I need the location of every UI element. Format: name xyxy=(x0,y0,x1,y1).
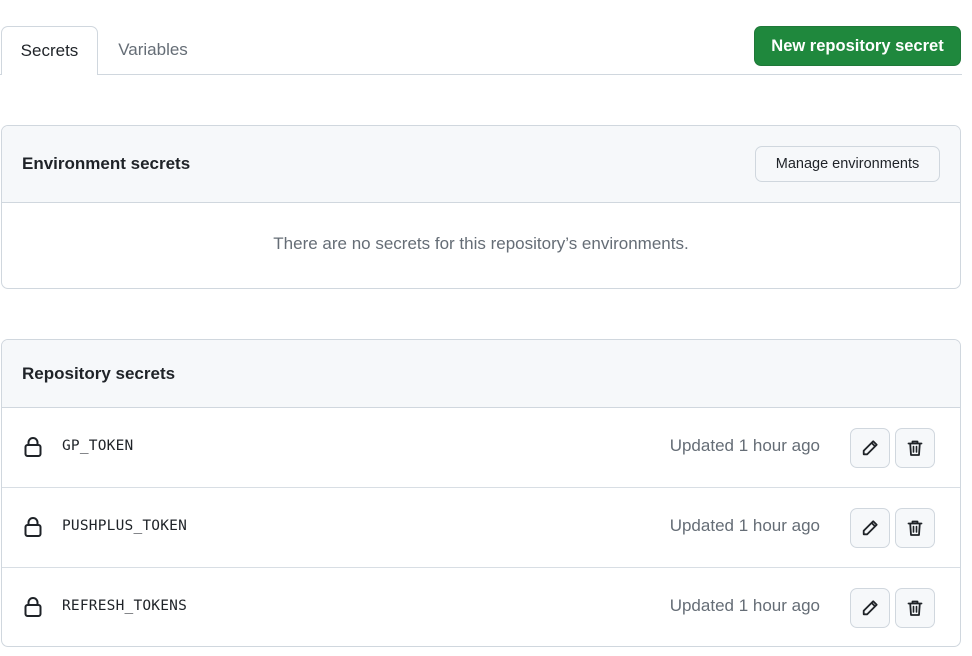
tab-secrets[interactable]: Secrets xyxy=(1,26,98,75)
manage-environments-button[interactable]: Manage environments xyxy=(755,146,940,182)
repository-secrets-title: Repository secrets xyxy=(22,364,176,383)
pencil-icon xyxy=(862,440,878,456)
pencil-icon xyxy=(862,600,878,616)
secret-name: GP_TOKEN xyxy=(62,438,134,454)
secret-updated-time: Updated 1 hour ago xyxy=(669,596,820,615)
trash-icon xyxy=(907,600,923,616)
empty-state-message: There are no secrets for this repository… xyxy=(273,234,689,253)
environment-secrets-title: Environment secrets xyxy=(22,154,191,173)
secret-name: PUSHPLUS_TOKEN xyxy=(62,518,188,534)
secret-row: PUSHPLUS_TOKEN Updated 1 hour ago xyxy=(2,488,960,568)
environment-secrets-header: Environment secrets Manage environments xyxy=(2,126,960,203)
secret-row: GP_TOKEN Updated 1 hour ago xyxy=(2,408,960,488)
repository-secrets-panel: Repository secrets GP_TOKEN Updated 1 ho… xyxy=(1,339,961,647)
lock-icon xyxy=(24,437,42,457)
delete-secret-button[interactable] xyxy=(895,508,935,548)
tab-underline xyxy=(0,74,962,75)
lock-icon xyxy=(24,597,42,617)
pencil-icon xyxy=(862,520,878,536)
secret-name: REFRESH_TOKENS xyxy=(62,598,188,614)
secret-updated-time: Updated 1 hour ago xyxy=(669,516,820,535)
new-repository-secret-button[interactable]: New repository secret xyxy=(754,26,961,66)
edit-secret-button[interactable] xyxy=(850,508,890,548)
lock-icon xyxy=(24,517,42,537)
environment-secrets-panel: Environment secrets Manage environments … xyxy=(1,125,961,289)
delete-secret-button[interactable] xyxy=(895,428,935,468)
trash-icon xyxy=(907,520,923,536)
edit-secret-button[interactable] xyxy=(850,588,890,628)
secret-updated-time: Updated 1 hour ago xyxy=(669,436,820,455)
repository-secrets-header: Repository secrets xyxy=(2,340,960,408)
tab-variables[interactable]: Variables xyxy=(104,26,202,74)
secret-row: REFRESH_TOKENS Updated 1 hour ago xyxy=(2,568,960,646)
delete-secret-button[interactable] xyxy=(895,588,935,628)
edit-secret-button[interactable] xyxy=(850,428,890,468)
tab-bar: Secrets Variables New repository secret xyxy=(0,0,962,75)
trash-icon xyxy=(907,440,923,456)
